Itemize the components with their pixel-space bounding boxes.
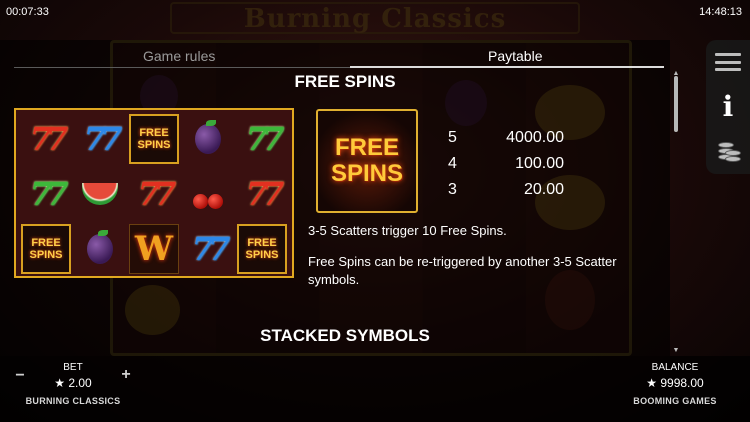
watermelon-symbol — [82, 183, 118, 205]
seven-green-symbol: 77 — [29, 175, 68, 213]
preview-cell-seven-blue: 77 — [74, 113, 126, 165]
info-icon: i — [722, 89, 734, 123]
reel-preview: 77 77 FREE SPINS 77 77 77 77 FREE SPINS W 77 FREE SPI… — [14, 108, 294, 278]
preview-cell-plum — [74, 223, 126, 275]
tab-game-rules[interactable]: Game rules — [143, 48, 215, 64]
balance-value: ★ 9998.00 — [646, 376, 704, 390]
clock-time: 14:48:13 — [699, 6, 742, 18]
free-spins-badge: FREE SPINS — [237, 224, 287, 274]
session-timer: 00:07:33 — [6, 6, 49, 18]
free-spins-symbol-line1: FREE — [334, 134, 399, 161]
preview-cell-wild: W — [128, 223, 180, 275]
cherry-symbol — [191, 179, 225, 209]
seven-blue-symbol: 77 — [83, 120, 122, 158]
balance-label: BALANCE — [651, 362, 699, 373]
seven-red-symbol: 77 — [137, 175, 176, 213]
preview-cell-seven-red: 77 — [128, 168, 180, 220]
tab-active-indicator — [350, 66, 664, 68]
preview-cell-seven-blue: 77 — [182, 223, 234, 275]
bet-label: BET — [63, 362, 83, 373]
preview-cell-watermelon — [74, 168, 126, 220]
seven-green-symbol: 77 — [245, 120, 284, 158]
paytable-row: 5 4000.00 — [448, 129, 568, 149]
side-menu: i — [706, 40, 750, 174]
plum-symbol — [195, 120, 221, 154]
coins-icon — [714, 136, 742, 164]
preview-cell-free-spins: FREE SPINS — [236, 223, 288, 275]
pay-count: 4 — [448, 155, 457, 172]
preview-cell-plum — [182, 113, 234, 165]
preview-cell-seven-red: 77 — [236, 168, 288, 220]
pay-amount: 20.00 — [523, 181, 564, 198]
preview-cell-seven-red: 77 — [20, 113, 72, 165]
scroll-down-icon[interactable]: ▼ — [672, 347, 680, 355]
plum-symbol — [87, 230, 113, 264]
free-spins-description: 3-5 Scatters trigger 10 Free Spins. — [308, 223, 507, 238]
game-name: BURNING CLASSICS — [25, 396, 121, 406]
pay-amount: 4000.00 — [506, 129, 564, 146]
seven-red-symbol: 77 — [245, 175, 284, 213]
wild-symbol: W — [129, 224, 179, 274]
preview-cell-seven-green: 77 — [20, 168, 72, 220]
bet-increase-button[interactable]: + — [118, 366, 134, 384]
menu-button[interactable] — [706, 42, 750, 82]
seven-red-symbol: 77 — [29, 120, 68, 158]
pay-count: 5 — [448, 129, 457, 146]
pay-amount: 100.00 — [515, 155, 564, 172]
paytable-row: 4 100.00 — [448, 155, 568, 175]
bottom-bar: − BET ★ 2.00 + BURNING CLASSICS BALANCE … — [0, 356, 750, 422]
game-logo: Burning Classics — [170, 2, 580, 34]
free-spins-retrigger-description: Free Spins can be re-triggered by anothe… — [308, 254, 617, 287]
seven-blue-symbol: 77 — [191, 230, 230, 268]
paytable-scrollbar[interactable]: ▲ ▼ — [672, 70, 680, 355]
scroll-thumb[interactable] — [674, 76, 678, 132]
free-spins-symbol-line2: SPINS — [330, 160, 404, 187]
info-button[interactable]: i — [706, 86, 750, 126]
free-spins-symbol: FREE SPINS — [316, 109, 418, 213]
free-spins-title: FREE SPINS — [294, 72, 396, 91]
preview-cell-cherry — [182, 168, 234, 220]
preview-cell-seven-green: 77 — [236, 113, 288, 165]
menu-icon — [715, 53, 741, 71]
paytable-row: 3 20.00 — [448, 181, 568, 201]
pay-count: 3 — [448, 181, 457, 198]
provider-logo: BOOMING GAMES — [633, 396, 717, 406]
stacked-symbols-title: STACKED SYMBOLS — [260, 326, 430, 345]
bet-value: ★ 2.00 — [54, 376, 92, 390]
preview-cell-free-spins: FREE SPINS — [20, 223, 72, 275]
preview-cell-free-spins: FREE SPINS — [128, 113, 180, 165]
bet-decrease-button[interactable]: − — [12, 367, 28, 385]
tab-paytable[interactable]: Paytable — [488, 48, 542, 64]
coins-button[interactable] — [706, 130, 750, 170]
free-spins-badge: FREE SPINS — [129, 114, 179, 164]
free-spins-badge: FREE SPINS — [21, 224, 71, 274]
